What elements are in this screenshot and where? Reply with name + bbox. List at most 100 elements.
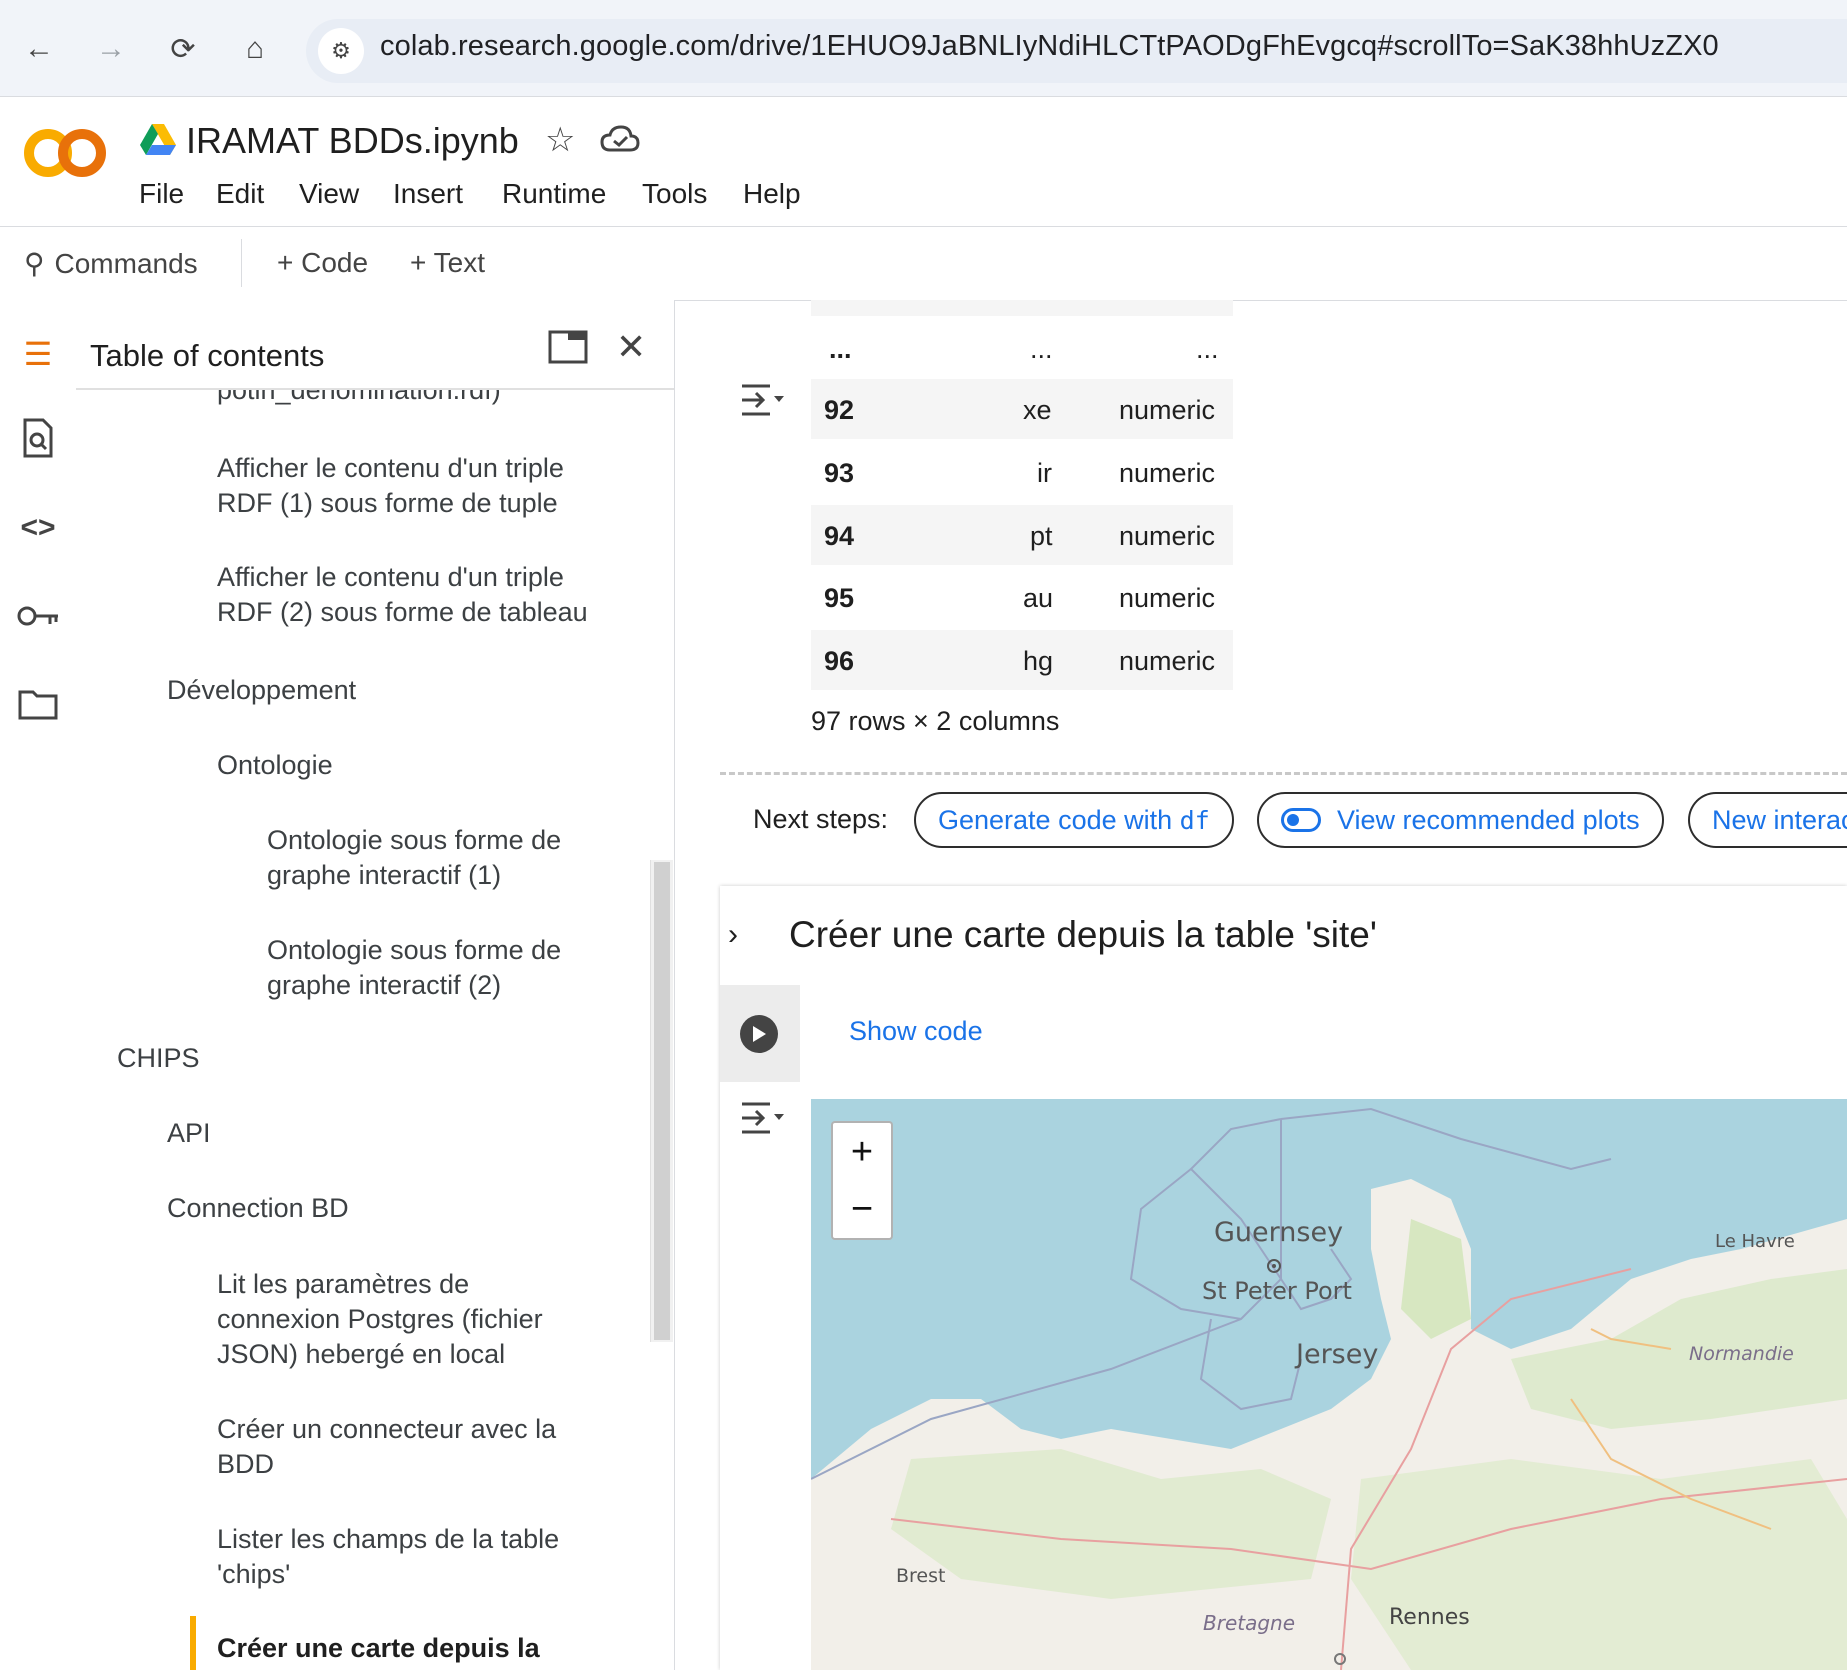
view-plots-button[interactable]: View recommended plots [1257,792,1664,848]
toc-item[interactable]: Afficher le contenu d'un triple RDF (2) … [217,560,607,630]
zoom-out-button[interactable]: − [831,1180,893,1240]
output-toggle-icon[interactable] [740,380,786,420]
table-row-partial [811,300,1233,316]
browser-toolbar: ← → ⟳ ⌂ ⚙ colab.research.google.com/driv… [0,0,1847,97]
map-label-jersey: Jersey [1296,1339,1379,1370]
chevron-right-icon[interactable]: › [728,918,738,952]
close-icon[interactable]: ✕ [616,326,646,368]
view-plots-label: View recommended plots [1337,804,1640,835]
star-icon[interactable]: ☆ [545,120,575,160]
row-type: numeric [1119,521,1216,551]
row-name: xe [1023,395,1052,425]
table-row: 92 xe numeric [811,379,1233,439]
reload-icon[interactable]: ⟳ [160,26,206,72]
toc-item[interactable]: Ontologie [217,748,597,783]
toc-item[interactable]: Développement [167,673,587,708]
toc-item[interactable]: Ontologie sous forme de graphe interacti… [267,823,587,893]
toolbar-divider [241,239,242,287]
row-type: numeric [1119,583,1216,613]
cloud-icon[interactable] [600,124,640,159]
key-icon[interactable] [14,592,62,640]
table-row: 95 au numeric [811,567,1233,627]
url-text[interactable]: colab.research.google.com/drive/1EHUO9Ja… [380,30,1719,63]
commands-button[interactable]: ⚲ Commands [24,247,198,280]
toc-item[interactable]: Créer un connecteur avec la BDD [217,1412,587,1482]
row-index: 93 [824,458,855,488]
row-type: numeric [1119,458,1216,488]
table-summary: 97 rows × 2 columns [811,706,1060,736]
table-of-contents-panel: Table of contents ✕ potin_denomination.r… [76,300,675,1670]
generate-code-df: df [1179,805,1210,835]
row-index: 95 [824,583,855,613]
commands-label: Commands [54,247,198,279]
toc-item[interactable]: CHIPS [117,1041,537,1076]
toc-item[interactable]: Connection BD [167,1191,587,1226]
add-text-button[interactable]: + Text [410,247,485,279]
toc-scrollbar[interactable] [650,860,673,1342]
next-steps-label: Next steps: [753,804,889,834]
table-row: 94 pt numeric [811,505,1233,565]
generate-code-button[interactable]: Generate code with df [914,792,1234,848]
toc-item[interactable]: Lister les champs de la table 'chips' [217,1522,587,1592]
row-index: 94 [824,521,855,551]
table-ellipsis: ... [829,334,852,364]
table-ellipsis: ... [1030,334,1053,364]
menu-insert[interactable]: Insert [393,178,463,210]
leaflet-map[interactable]: + − Guernsey St Peter Port Jersey Le Hav… [811,1099,1847,1670]
map-base [811,1107,1847,1670]
map-label-brest: Brest [896,1565,946,1587]
add-code-label: + Code [277,247,369,278]
notebook-toolbar: ⚲ Commands + Code + Text [0,226,1847,301]
map-label-st-peter-port: St Peter Port [1202,1277,1352,1305]
output-divider [720,772,1847,775]
new-interactive-label: New interac [1712,804,1847,835]
search-icon: ⚲ [24,248,45,279]
row-name: pt [1030,521,1053,551]
show-code-link[interactable]: Show code [849,1016,983,1047]
row-index: 96 [824,646,855,676]
open-window-icon[interactable] [548,330,588,369]
map-label-le-havre: Le Havre [1715,1231,1795,1252]
row-type: numeric [1119,646,1216,676]
colab-logo[interactable] [22,125,108,181]
menu-runtime[interactable]: Runtime [502,178,606,210]
table-row: 93 ir numeric [811,442,1233,502]
new-interactive-button[interactable]: New interac [1688,792,1847,848]
toc-scrollbar-thumb[interactable] [654,862,670,1340]
add-code-button[interactable]: + Code [277,247,368,279]
zoom-in-button[interactable]: + [831,1121,893,1182]
code-icon[interactable]: <> [14,504,62,552]
home-icon[interactable]: ⌂ [232,26,278,72]
google-drive-icon[interactable] [140,124,176,156]
map-label-bretagne: Bretagne [1203,1611,1296,1635]
toc-header-bar: Table of contents ✕ [76,300,674,390]
map-label-normandie: Normandie [1689,1343,1794,1365]
notebook-title[interactable]: IRAMAT BDDs.ipynb [186,120,519,162]
toc-item[interactable]: Lit les paramètres de connexion Postgres… [217,1267,587,1372]
left-rail: ☰ <> [0,300,77,1670]
toc-item[interactable]: Afficher le contenu d'un triple RDF (1) … [217,451,597,521]
toc-item[interactable]: Ontologie sous forme de graphe interacti… [267,933,587,1003]
menu-tools[interactable]: Tools [642,178,707,210]
menu-file[interactable]: File [139,178,184,210]
map-label-rennes: Rennes [1389,1605,1470,1630]
row-name: hg [1023,646,1054,676]
toc-item-active[interactable]: Créer une carte depuis la [217,1631,587,1666]
output-toggle-icon[interactable] [740,1098,786,1138]
play-icon[interactable] [740,1015,778,1053]
forward-arrow-icon[interactable]: → [88,26,134,72]
toc-item[interactable]: API [167,1116,587,1151]
menu-edit[interactable]: Edit [216,178,264,210]
row-index: 92 [824,395,855,425]
section-title[interactable]: Créer une carte depuis la table 'site' [789,914,1377,956]
menu-help[interactable]: Help [743,178,801,210]
back-arrow-icon[interactable]: ← [16,26,62,72]
find-replace-icon[interactable] [14,414,62,462]
table-row: 96 hg numeric [811,630,1233,690]
list-icon[interactable]: ☰ [14,330,62,378]
menu-view[interactable]: View [299,178,359,210]
site-info-icon[interactable]: ⚙ [318,28,364,74]
toggle-icon [1281,808,1321,832]
generate-code-label: Generate code with [938,804,1180,835]
folder-icon[interactable] [14,680,62,728]
